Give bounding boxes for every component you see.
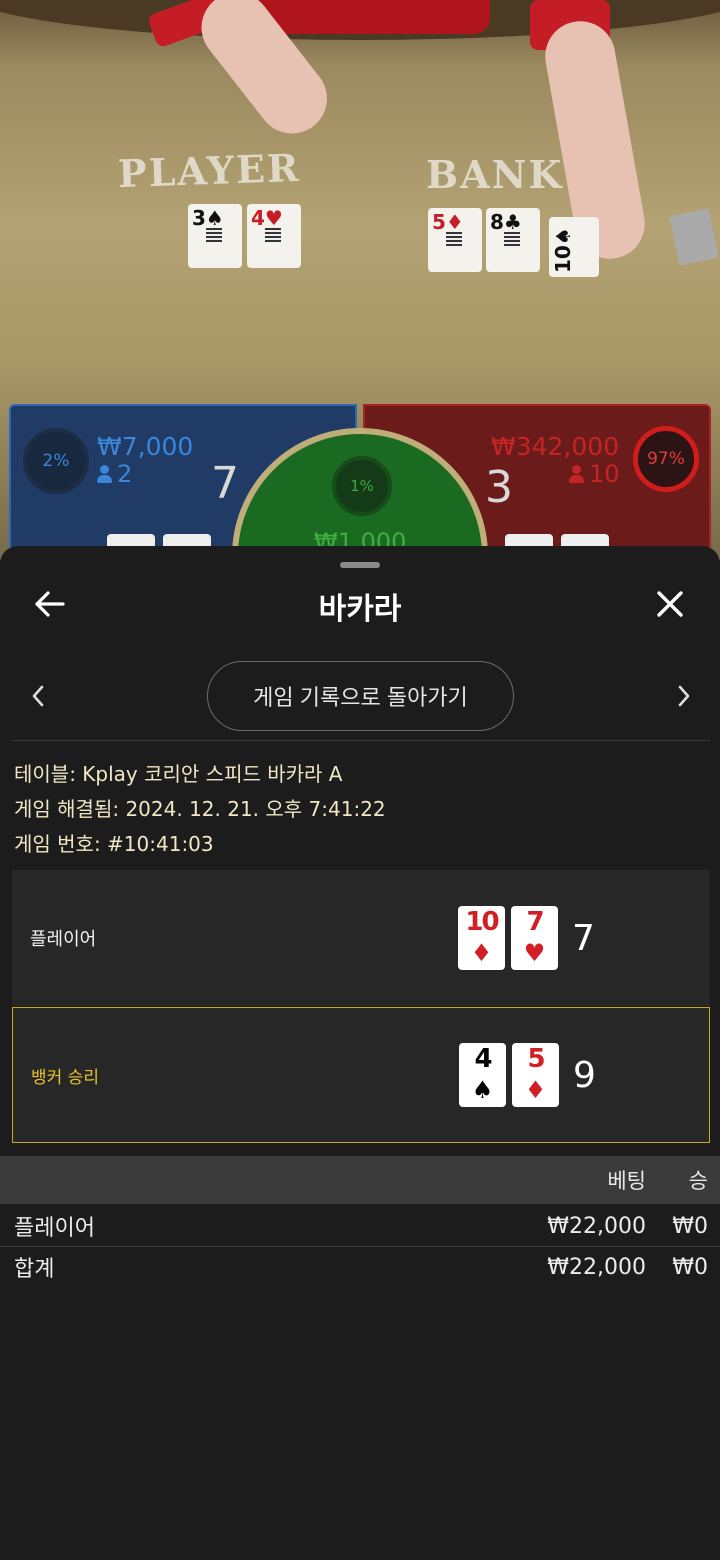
close-icon xyxy=(657,591,683,617)
table-row: 플레이어 ₩22,000 ₩0 xyxy=(0,1206,720,1246)
card-suit: ♠ xyxy=(205,206,224,230)
player-bet-amount: ₩7,000 xyxy=(97,432,194,461)
bets-table-header: 베팅 승 xyxy=(0,1156,720,1204)
card-suit: ♠ xyxy=(551,227,575,246)
card-rank: 8 xyxy=(490,210,504,234)
player-bettor-count-value: 2 xyxy=(117,460,133,488)
card-rank: 4 xyxy=(474,1044,492,1074)
video-card: 8♣ xyxy=(486,208,540,272)
playing-card: 5 ♦ xyxy=(512,1043,559,1107)
card-rank: 3 xyxy=(192,206,206,230)
row-win-amount: ₩0 xyxy=(672,1213,708,1239)
playing-card: 10 ♦ xyxy=(458,906,505,970)
tie-percent-ring: 1% xyxy=(332,456,392,516)
row-bet-type: 플레이어 xyxy=(14,1216,95,1241)
table-total-row: 합계 ₩22,000 ₩0 xyxy=(0,1247,720,1287)
card-shoe xyxy=(669,208,719,266)
row-bet-amount: ₩22,000 xyxy=(547,1213,646,1239)
game-number: 게임 번호: #10:41:03 xyxy=(14,832,214,856)
chevron-right-icon xyxy=(678,685,690,707)
card-suit: ♦ xyxy=(445,210,464,234)
banker-percent-ring: 97% xyxy=(633,426,699,492)
hand-label-winner: 뱅커 승리 xyxy=(31,1067,99,1088)
diamond-suit-icon: ♦ xyxy=(524,1076,547,1104)
chevron-left-icon xyxy=(32,685,44,707)
playing-card: 4 ♠ xyxy=(459,1043,506,1107)
next-game-button[interactable] xyxy=(664,676,704,716)
close-button[interactable] xyxy=(650,584,690,624)
video-card: 5♦ xyxy=(428,208,482,272)
player-score: 7 xyxy=(211,458,239,509)
card-barcode xyxy=(504,232,520,246)
player-percent-ring: 2% xyxy=(23,428,89,494)
resolved-time: 게임 해결됨: 2024. 12. 21. 오후 7:41:22 xyxy=(14,797,386,821)
total-label: 합계 xyxy=(14,1257,55,1282)
card-rank: 5 xyxy=(432,210,446,234)
total-bet-amount: ₩22,000 xyxy=(547,1254,646,1280)
diamond-suit-icon: ♦ xyxy=(470,939,493,967)
video-card: 3♠ xyxy=(188,204,242,268)
heart-suit-icon: ♥ xyxy=(523,939,546,967)
table-label-banker: BANK xyxy=(426,152,564,197)
sheet-drag-handle[interactable] xyxy=(340,562,380,568)
card-barcode xyxy=(206,228,222,242)
header-bet: 베팅 xyxy=(607,1169,646,1193)
hand-total: 9 xyxy=(573,1054,596,1096)
video-card: 4♥ xyxy=(247,204,301,268)
banker-bettor-count: 10 xyxy=(569,460,620,488)
player-bettor-count: 2 xyxy=(97,460,132,488)
card-suit: ♥ xyxy=(264,206,283,230)
hand-banker: 뱅커 승리 4 ♠ 5 ♦ 9 xyxy=(12,1007,710,1143)
spade-suit-icon: ♠ xyxy=(471,1076,494,1104)
card-suit: ♣ xyxy=(503,210,522,234)
card-rank: 10 xyxy=(551,245,575,273)
header-win: 승 xyxy=(688,1169,708,1193)
banker-bet-amount: ₩342,000 xyxy=(491,432,620,461)
person-icon xyxy=(569,465,584,483)
banker-bettor-count-value: 10 xyxy=(589,460,620,488)
hand-player: 플레이어 10 ♦ 7 ♥ 7 xyxy=(12,870,710,1006)
card-rank: 4 xyxy=(251,206,265,230)
hand-cards: 4 ♠ 5 ♦ 9 xyxy=(459,1008,596,1142)
game-result-sheet: 바카라 게임 기록으로 돌아가기 테이블: Kplay 코리안 스피드 바카라 … xyxy=(0,546,720,1560)
app-root: PLAYER BANK 3♠ 4♥ 5♦ 8♣ 10♠ 2% ₩7,000 2 xyxy=(0,0,720,1560)
card-rank: 7 xyxy=(526,907,544,937)
table-name: 테이블: Kplay 코리안 스피드 바카라 A xyxy=(14,762,343,786)
hand-cards: 10 ♦ 7 ♥ 7 xyxy=(458,870,595,1006)
back-to-history-button[interactable]: 게임 기록으로 돌아가기 xyxy=(207,661,514,731)
card-rank: 5 xyxy=(527,1044,545,1074)
card-barcode xyxy=(446,232,462,246)
hand-total: 7 xyxy=(572,917,595,959)
video-card: 10♠ xyxy=(549,217,599,277)
person-icon xyxy=(97,465,112,483)
sheet-title: 바카라 xyxy=(318,592,402,627)
prev-game-button[interactable] xyxy=(18,676,58,716)
playing-card: 7 ♥ xyxy=(511,906,558,970)
dealer-dress xyxy=(250,0,490,34)
divider xyxy=(12,740,710,741)
table-label-player: PLAYER xyxy=(117,144,302,197)
card-barcode xyxy=(265,228,281,242)
card-rank: 10 xyxy=(465,907,499,937)
total-win-amount: ₩0 xyxy=(672,1254,708,1280)
banker-score: 3 xyxy=(485,462,513,513)
hand-label: 플레이어 xyxy=(30,929,97,950)
